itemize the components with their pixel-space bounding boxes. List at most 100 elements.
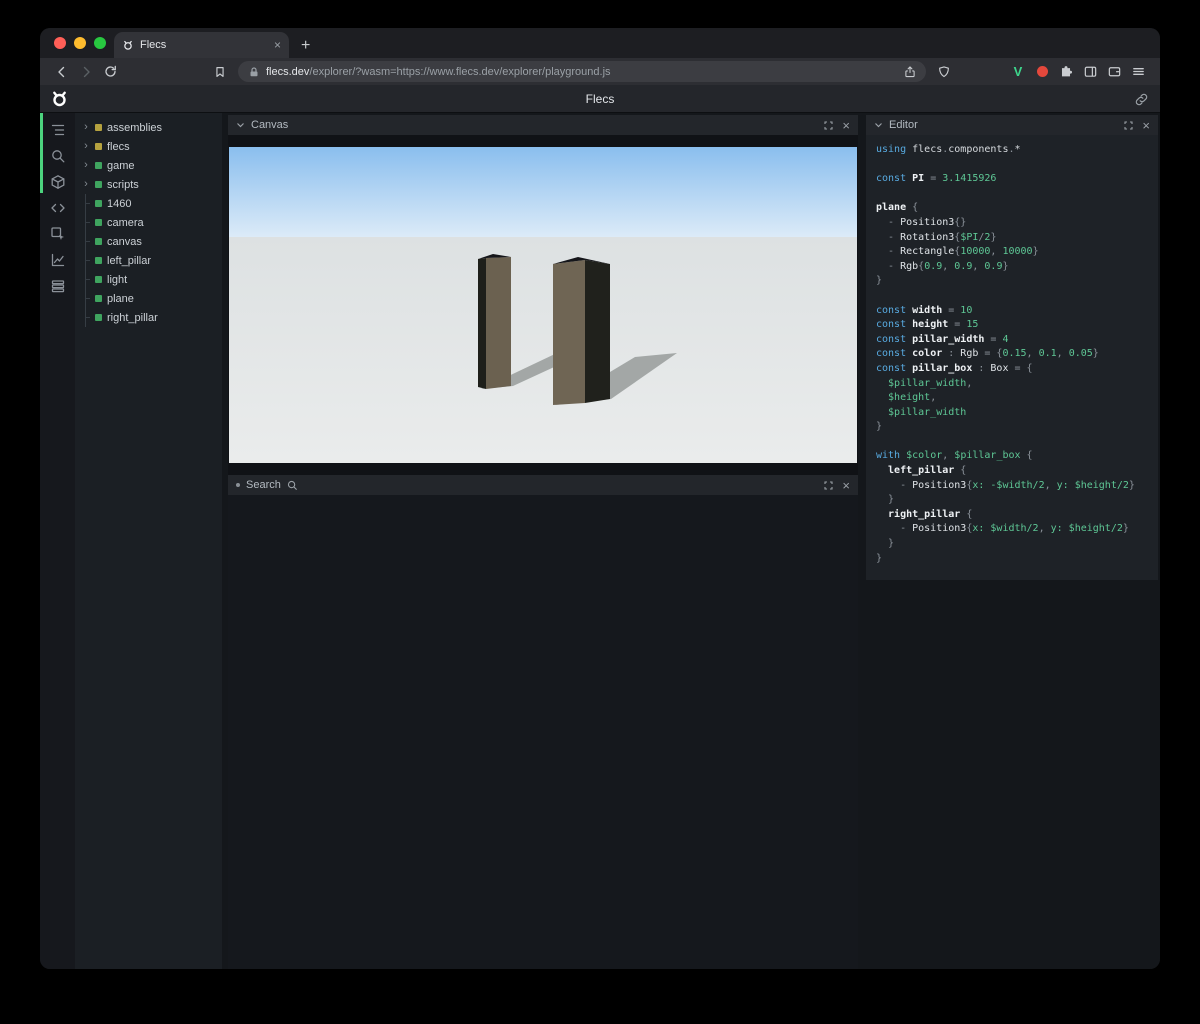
code-line: const pillar_width = 4: [876, 333, 1009, 345]
code-line: $pillar_width,: [876, 377, 973, 389]
tree-item-label: camera: [107, 216, 144, 229]
icon-rail: [40, 113, 75, 969]
entities-rail-icon[interactable]: [49, 173, 67, 191]
canvas-3d-scene[interactable]: [229, 147, 857, 463]
entity-type-icon: [95, 162, 102, 169]
tree-item-label: 1460: [107, 197, 132, 210]
forward-button[interactable]: [74, 61, 98, 83]
tree-item-game[interactable]: › game: [75, 156, 222, 175]
tree-rail-icon[interactable]: [49, 121, 67, 139]
expand-panel-icon[interactable]: [1124, 120, 1133, 130]
close-panel-icon[interactable]: ×: [1142, 119, 1150, 132]
code-line: - Rgb{0.9, 0.9, 0.9}: [876, 260, 1009, 272]
tree-guide: [82, 251, 90, 270]
ground-plane: [229, 237, 857, 463]
entity-type-icon: [95, 295, 102, 302]
code-rail-icon[interactable]: [49, 199, 67, 217]
expand-panel-icon[interactable]: [824, 480, 833, 490]
wallet-icon[interactable]: [1102, 61, 1126, 83]
search-panel-header: Search ×: [228, 475, 858, 495]
extensions-puzzle-icon[interactable]: [1054, 61, 1078, 83]
code-editor-content[interactable]: using flecs.components.* const PI = 3.14…: [866, 135, 1158, 581]
right-pillar: [553, 257, 610, 405]
close-panel-icon[interactable]: ×: [842, 119, 850, 132]
chevron-down-icon[interactable]: [236, 122, 245, 128]
permalink-icon[interactable]: [1134, 92, 1149, 107]
sidebar-toggle-icon[interactable]: [1078, 61, 1102, 83]
expand-arrow-icon[interactable]: ›: [82, 179, 90, 190]
extension-record-icon[interactable]: [1030, 61, 1054, 83]
url-path: /explorer/?wasm=https://www.flecs.dev/ex…: [309, 65, 611, 78]
code-line: const pillar_box : Box = {: [876, 362, 1033, 374]
reload-button[interactable]: [98, 61, 122, 83]
editor-column: Editor × using flecs.components.* const …: [866, 113, 1158, 969]
extension-v-icon[interactable]: V: [1006, 61, 1030, 83]
code-line: $pillar_width: [876, 406, 967, 418]
entity-type-icon: [95, 181, 102, 188]
new-tab-button[interactable]: +: [301, 38, 310, 54]
close-window-button[interactable]: [54, 37, 66, 49]
expand-panel-icon[interactable]: [824, 120, 833, 130]
url-bar[interactable]: flecs.dev/explorer/?wasm=https://www.fle…: [238, 61, 926, 82]
tree-item-canvas[interactable]: canvas: [75, 232, 222, 251]
tree-item-1460[interactable]: 1460: [75, 194, 222, 213]
expand-arrow-icon[interactable]: ›: [82, 160, 90, 171]
close-panel-icon[interactable]: ×: [842, 479, 850, 492]
code-line: }: [876, 538, 895, 550]
inspect-rail-icon[interactable]: [49, 225, 67, 243]
search-icon: [287, 480, 298, 491]
tree-item-camera[interactable]: camera: [75, 213, 222, 232]
app-header: Flecs: [40, 85, 1160, 113]
canvas-panel-title: Canvas: [251, 119, 289, 131]
tree-item-plane[interactable]: plane: [75, 289, 222, 308]
canvas-panel-header: Canvas ×: [228, 115, 858, 135]
desktop-background: Flecs × + flecs.dev/explorer/?wasm=https…: [0, 0, 1200, 1024]
code-line: const width = 10: [876, 304, 973, 316]
entity-tree: › assemblies › flecs › game › scripts 1460 camera…: [75, 113, 222, 969]
tab-title: Flecs: [140, 39, 167, 51]
back-button[interactable]: [50, 61, 74, 83]
icon-rail-items: [40, 113, 75, 295]
tree-item-right_pillar[interactable]: right_pillar: [75, 308, 222, 327]
code-line: plane {: [876, 202, 919, 214]
tables-rail-icon[interactable]: [49, 277, 67, 295]
code-line: - Position3{x: $width/2, y: $height/2}: [876, 523, 1129, 535]
maximize-window-button[interactable]: [94, 37, 106, 49]
tree-item-assemblies[interactable]: › assemblies: [75, 118, 222, 137]
stats-rail-icon[interactable]: [49, 251, 67, 269]
browser-tab[interactable]: Flecs ×: [114, 32, 289, 58]
menu-icon[interactable]: [1126, 61, 1150, 83]
code-line: $height,: [876, 392, 937, 404]
left-pillar: [478, 254, 511, 389]
editor-panel-title: Editor: [889, 119, 918, 131]
code-line: }: [876, 552, 883, 564]
tree-item-label: plane: [107, 292, 134, 305]
chevron-down-icon[interactable]: [874, 122, 883, 128]
tab-strip: Flecs × +: [40, 28, 1160, 58]
minimize-window-button[interactable]: [74, 37, 86, 49]
tree-guide: [82, 232, 90, 251]
brave-shield-icon[interactable]: [932, 61, 956, 83]
code-line: }: [876, 421, 883, 433]
code-line: with $color, $pillar_box {: [876, 450, 1033, 462]
editor-panel-header: Editor ×: [866, 115, 1158, 135]
expand-arrow-icon[interactable]: ›: [82, 141, 90, 152]
tree-item-scripts[interactable]: › scripts: [75, 175, 222, 194]
app-body: › assemblies › flecs › game › scripts 1460 camera…: [40, 113, 1160, 969]
search-rail-icon[interactable]: [49, 147, 67, 165]
url-text: flecs.dev/explorer/?wasm=https://www.fle…: [266, 66, 892, 78]
tab-close-icon[interactable]: ×: [274, 39, 281, 51]
share-icon[interactable]: [898, 61, 922, 83]
tree-item-flecs[interactable]: › flecs: [75, 137, 222, 156]
entity-type-icon: [95, 219, 102, 226]
collapsed-panel-indicator-icon[interactable]: [236, 483, 240, 487]
tab-favicon-icon: [122, 39, 134, 51]
expand-arrow-icon[interactable]: ›: [82, 122, 90, 133]
tree-item-left_pillar[interactable]: left_pillar: [75, 251, 222, 270]
tree-item-label: assemblies: [107, 121, 163, 134]
rail-active-indicator: [40, 113, 43, 193]
bookmark-icon[interactable]: [208, 61, 232, 83]
flecs-logo-icon[interactable]: [50, 89, 69, 108]
tree-item-light[interactable]: light: [75, 270, 222, 289]
